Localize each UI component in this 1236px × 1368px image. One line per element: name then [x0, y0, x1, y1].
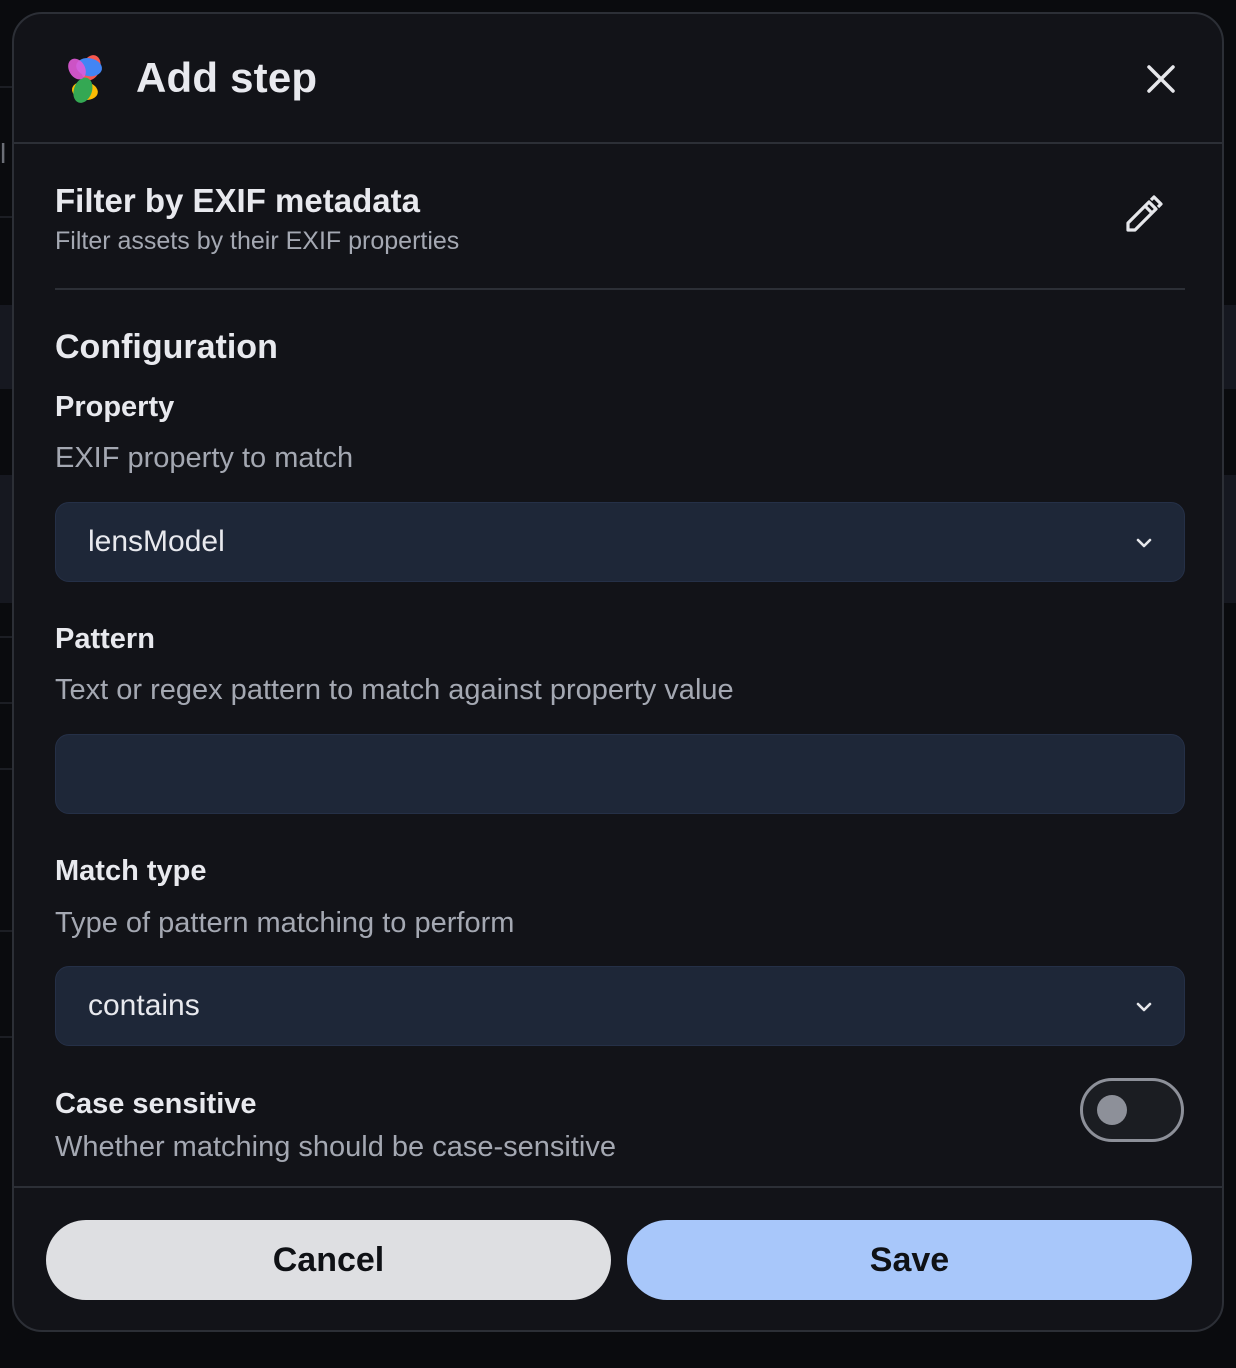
- chevron-down-icon: [1136, 538, 1152, 548]
- pattern-label: Pattern: [55, 623, 155, 655]
- case-sensitive-help-text: Whether matching should be case-sensitiv…: [55, 1131, 616, 1163]
- background-row: [1222, 475, 1236, 603]
- background-divider: [0, 930, 12, 932]
- background-row: [1222, 305, 1236, 389]
- dialog-title: Add step: [136, 54, 318, 101]
- add-step-dialog: Add step Filter by EXIF metadata Filter …: [12, 12, 1224, 1332]
- step-title: Filter by EXIF metadata: [55, 182, 420, 219]
- property-help-text: EXIF property to match: [55, 442, 354, 474]
- cancel-button[interactable]: Cancel: [46, 1220, 611, 1300]
- background-row: [0, 305, 12, 389]
- pencil-icon[interactable]: [1120, 192, 1166, 238]
- background-row: [0, 475, 12, 603]
- background-divider: [0, 636, 12, 638]
- match-type-label: Match type: [55, 855, 207, 887]
- match-type-help-text: Type of pattern matching to perform: [55, 907, 515, 939]
- close-icon[interactable]: [1140, 58, 1182, 100]
- background-divider: [0, 86, 12, 88]
- pattern-input[interactable]: [56, 735, 1184, 813]
- dialog-footer: Cancel Save: [14, 1186, 1222, 1330]
- toggle-knob: [1097, 1095, 1127, 1125]
- property-select[interactable]: lensModel: [55, 502, 1185, 582]
- step-description: Filter assets by their EXIF properties: [55, 227, 460, 255]
- background-divider: [0, 216, 12, 218]
- match-type-select[interactable]: contains: [55, 966, 1185, 1046]
- configuration-heading: Configuration: [55, 328, 278, 366]
- background-divider: [0, 1036, 12, 1038]
- property-select-value: lensModel: [88, 525, 225, 558]
- case-sensitive-toggle[interactable]: [1080, 1078, 1184, 1142]
- background-divider: [0, 768, 12, 770]
- property-label: Property: [55, 391, 175, 423]
- dialog-body: Filter by EXIF metadata Filter assets by…: [14, 146, 1222, 1186]
- background-divider: [0, 702, 12, 704]
- pattern-input-wrapper[interactable]: [55, 734, 1185, 814]
- case-sensitive-label: Case sensitive: [55, 1088, 257, 1120]
- background-text-fragment: l: [0, 138, 7, 169]
- pattern-help-text: Text or regex pattern to match against p…: [55, 674, 734, 706]
- match-type-select-value: contains: [88, 989, 200, 1022]
- chevron-down-icon: [1136, 1002, 1152, 1012]
- section-divider: [55, 288, 1185, 290]
- pinwheel-logo-icon: [68, 55, 102, 103]
- dialog-header: Add step: [14, 14, 1222, 144]
- save-button[interactable]: Save: [627, 1220, 1192, 1300]
